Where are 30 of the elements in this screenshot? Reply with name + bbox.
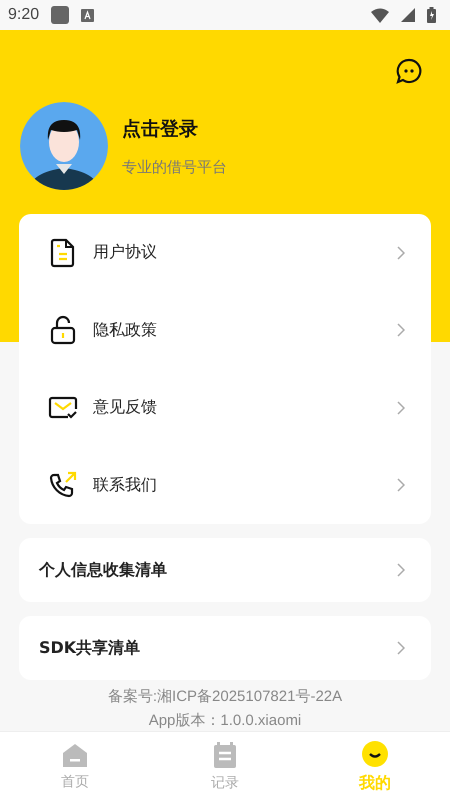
chevron-right-icon xyxy=(397,563,405,577)
app-notification-icon xyxy=(51,6,70,24)
smiley-icon xyxy=(362,740,388,766)
signal-icon xyxy=(401,8,415,22)
menu-item[interactable]: 意见反馈 xyxy=(19,369,431,446)
keyboard-notification-icon xyxy=(81,8,94,22)
envelope-check-icon xyxy=(48,396,78,420)
chevron-right-icon xyxy=(397,246,405,260)
menu-item[interactable]: 隐私政策 xyxy=(19,292,431,369)
wifi-icon xyxy=(371,8,389,22)
notepad-icon xyxy=(213,742,237,768)
document-icon xyxy=(50,238,76,268)
menu-item[interactable]: 用户协议 xyxy=(19,214,431,292)
chat-bubble-icon[interactable] xyxy=(396,58,422,84)
avatar-icon[interactable] xyxy=(20,102,108,190)
chevron-right-icon xyxy=(397,400,405,415)
house-icon xyxy=(62,743,88,767)
record-number: 备案号:湘ICP备2025107821号-22A xyxy=(106,687,344,706)
list-item[interactable]: 个人信息收集清单 xyxy=(19,538,431,602)
profile-subtitle: 专业的借号平台 xyxy=(122,158,227,176)
unlocked-padlock-icon xyxy=(50,315,76,346)
chevron-right-icon xyxy=(397,323,405,338)
battery-icon xyxy=(427,7,436,23)
chevron-right-icon xyxy=(397,641,405,655)
menu-item[interactable]: 联系我们 xyxy=(19,446,431,524)
status-time: 9:20 xyxy=(8,6,40,24)
list-item[interactable]: SDK共享清单 xyxy=(19,616,431,680)
chevron-right-icon xyxy=(397,478,405,492)
login-title[interactable]: 点击登录 xyxy=(122,116,227,142)
app-version: App版本：1.0.0.xiaomi xyxy=(148,711,302,730)
